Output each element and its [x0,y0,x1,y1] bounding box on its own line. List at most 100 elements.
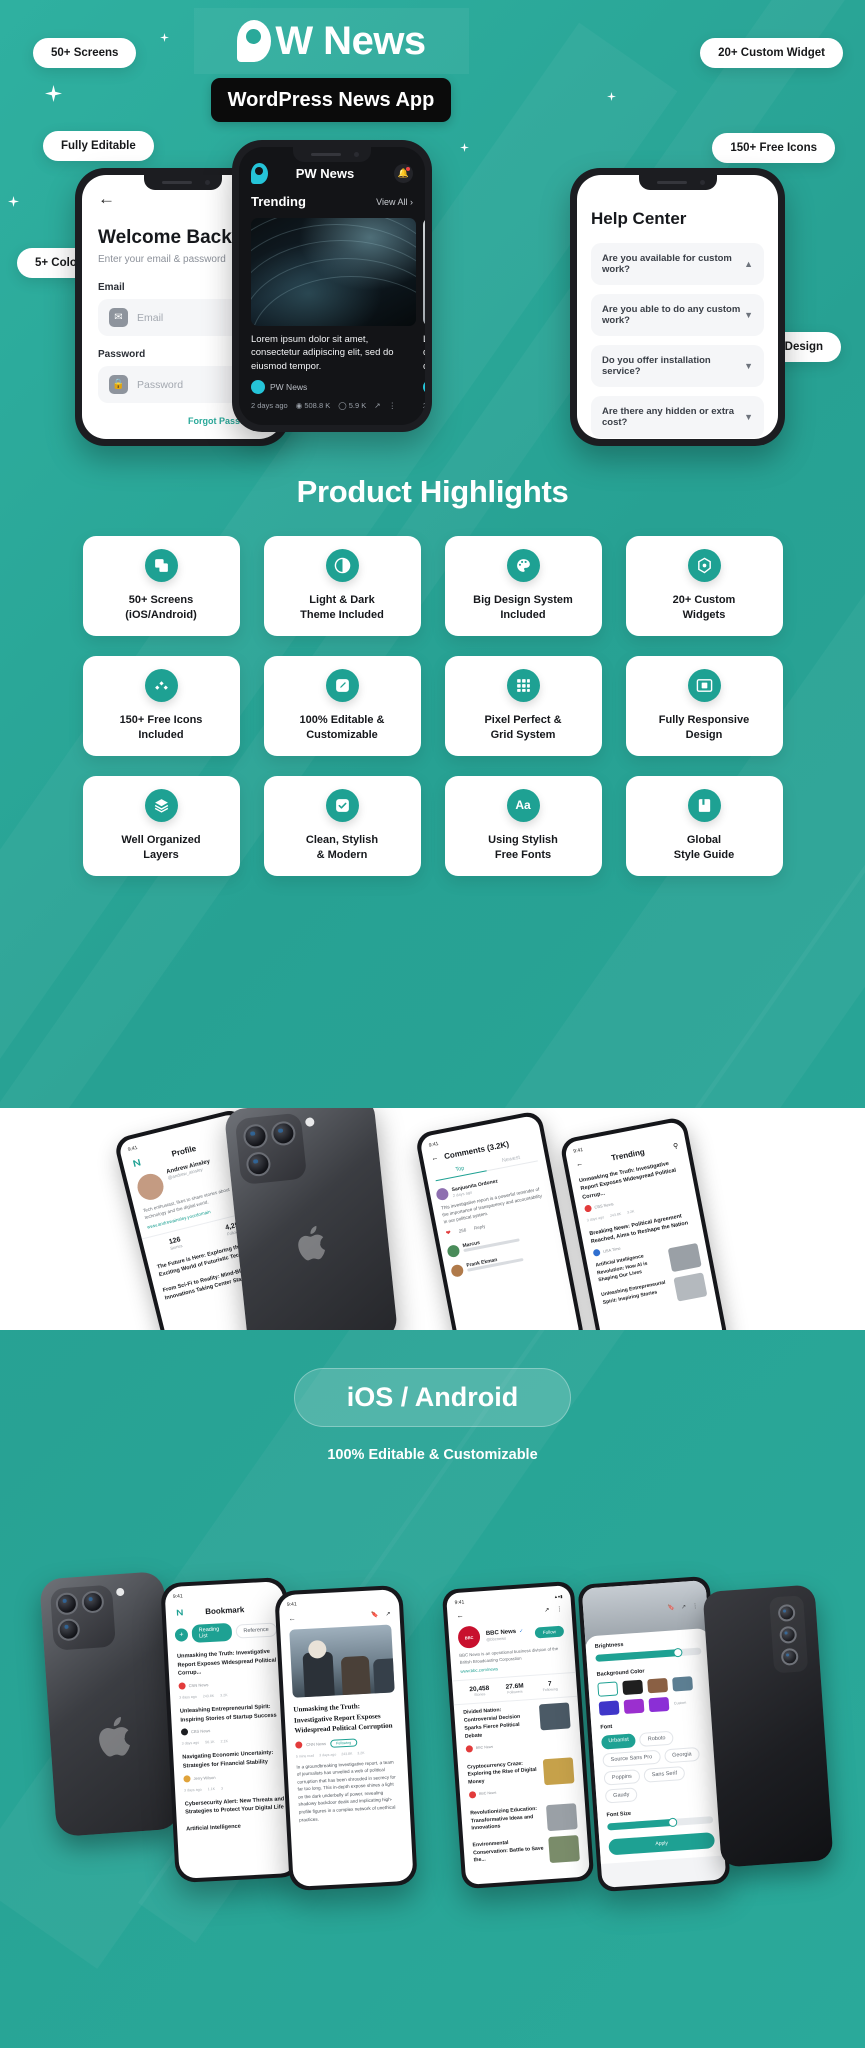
font-option[interactable]: Sans Serif [643,1765,686,1783]
more-vertical-icon[interactable]: ⋮ [389,401,397,410]
pw-drop-logo-icon [251,163,268,184]
faq-label: Do you offer installation service? [602,355,711,377]
article-body: In a groundbreaking investigative report… [296,1759,396,1823]
back-arrow-icon[interactable]: ← [289,1615,296,1622]
source-avatar-icon [251,380,265,395]
back-arrow-icon[interactable]: ← [575,1160,583,1168]
views-stat: 56.1K [205,1740,215,1745]
faq-item[interactable]: Do you offer installation service? ▼ [591,345,764,387]
app-name: PW News [295,166,355,181]
article-headline: Cybersecurity Alert: New Threats and Str… [184,1795,285,1816]
bell-icon[interactable]: 🔔 [394,164,413,183]
article-headline: Unmasking the Truth: Investigative Repor… [176,1648,277,1678]
faq-item[interactable]: Are you able to do any custom work? ▼ [591,294,764,336]
highlight-label: Big Design System Included [473,593,573,621]
tab-reading-list[interactable]: Reading List [191,1622,232,1643]
showcase-phone-trending: 9:41 ← Trending ⚲ Unmasking the Truth: I… [559,1115,729,1330]
comments-stat: 3.2K [357,1750,365,1755]
tab-reference[interactable]: Reference [235,1622,278,1639]
promo-page: W News WordPress News App 50+ Screens 20… [0,0,865,2048]
platform-badge: iOS / Android [293,1368,572,1427]
back-arrow-icon[interactable]: ← [456,1613,463,1620]
apply-button[interactable]: Apply [608,1832,716,1856]
brightness-slider[interactable] [595,1647,702,1662]
article-hero-image [289,1624,395,1698]
article-headline: Environmental Conservation: Battle to Sa… [472,1839,544,1864]
color-swatch[interactable] [597,1681,619,1697]
search-icon[interactable]: ⚲ [672,1141,679,1150]
subtitle-plate: WordPress News App [211,78,451,122]
faq-item[interactable]: Are you available for custom work? ▲ [591,243,764,285]
highlight-label: Global Style Guide [673,833,735,861]
article-source: CBS News [190,1728,211,1735]
article-headline: Unleashing Entrepreneurial Spirit: Inspi… [179,1703,277,1724]
views-stat: 1.1K [207,1786,216,1791]
article-headline: Cryptocurrency Craze: Exploring the Rise… [466,1760,537,1786]
bookmark-icon[interactable]: 🔖 [371,1611,379,1618]
color-swatch[interactable] [623,1698,645,1715]
back-arrow-icon[interactable]: ← [431,1154,439,1162]
highlights-grid: 50+ Screens (iOS/Android) Light & Dark The… [0,536,865,876]
view-all-link[interactable]: View All › [376,197,413,207]
status-time: 9:41 [127,1144,139,1154]
status-time: 9:41 [454,1599,465,1607]
hero-phone-group: ← Welcome Back 👋 Enter your email & pass… [0,140,865,446]
article-image [251,218,416,326]
article-thumbnail [542,1756,575,1785]
highlight-label: Well Organized Layers [121,833,201,861]
article-time: 3 days ago [181,1740,200,1746]
color-swatch[interactable] [648,1696,670,1713]
article-thumbnail [545,1803,578,1832]
views-stat: 243.8K [609,1211,622,1218]
trending-card[interactable]: Lorem ipsum dolor sit amet, consectetur … [251,218,416,410]
color-swatch[interactable] [622,1679,644,1696]
article-headline: Artificial Intelligence [185,1823,241,1833]
status-time: 9:41 [286,1601,297,1608]
color-swatch[interactable] [598,1700,620,1716]
highlight-card: Clean, Stylish & Modern [263,776,421,876]
brand-name: W News [275,18,426,63]
bottom-phone-back-android [702,1584,834,1868]
share-icon[interactable]: ↗ [385,1611,390,1618]
layers-icon [144,788,178,822]
font-option[interactable]: Roboto [639,1730,675,1747]
badge-widget: 20+ Custom Widget [700,38,843,68]
font-option[interactable]: Source Sans Pro [602,1749,661,1768]
font-aa-icon: Aa [506,788,540,822]
faq-item[interactable]: Are there any hidden or extra cost? ▼ [591,396,764,438]
more-vertical-icon[interactable]: ⋮ [556,1606,562,1613]
article-thumbnail [673,1272,708,1302]
verified-badge-icon: ✓ [518,1627,524,1635]
article-headline: Artificial Intelligence Revolution: How … [595,1253,648,1284]
follow-badge[interactable]: Following [329,1737,358,1748]
share-icon[interactable]: ↗ [544,1607,549,1614]
article-thumbnail [538,1702,571,1731]
views-stat: 243.8K [202,1693,215,1699]
article-source: CNN News [306,1741,327,1748]
follow-button[interactable]: Follow [534,1625,565,1639]
flash-icon [304,1117,315,1128]
custom-color-label[interactable]: Custom [674,1701,687,1706]
plus-icon[interactable]: + [174,1627,189,1642]
trending-card[interactable]: Lorem ipsum dolor sit amet, con eius 2 d… [423,218,425,410]
color-swatch[interactable] [672,1676,694,1692]
chevron-down-icon: ▼ [744,412,753,422]
bottom-showcase-section: 9:41 Bookmark + Reading List Reference U… [0,1480,865,2048]
font-option[interactable]: Poppins [603,1769,641,1786]
reply-button[interactable]: Reply [474,1224,486,1231]
font-option[interactable]: Gaudy [604,1787,638,1804]
lock-icon: 🔒 [109,375,128,394]
camera-plate [769,1595,809,1674]
heart-icon[interactable]: ❤ [445,1230,452,1238]
product-highlights-section: Product Highlights 50+ Screens (iOS/Andro… [0,440,865,876]
article-source: Jerry Wilson [193,1774,216,1781]
source-name: PW News [270,382,308,393]
font-option[interactable]: Urbanist [600,1733,637,1750]
share-icon[interactable]: ↗ [374,401,380,410]
color-swatch[interactable] [647,1677,669,1694]
font-option[interactable]: Georgia [663,1746,701,1764]
phone-notch [293,147,371,162]
article-time: 2 days ago [251,401,288,411]
font-size-slider[interactable] [607,1816,714,1831]
apple-logo-icon [99,1716,130,1757]
